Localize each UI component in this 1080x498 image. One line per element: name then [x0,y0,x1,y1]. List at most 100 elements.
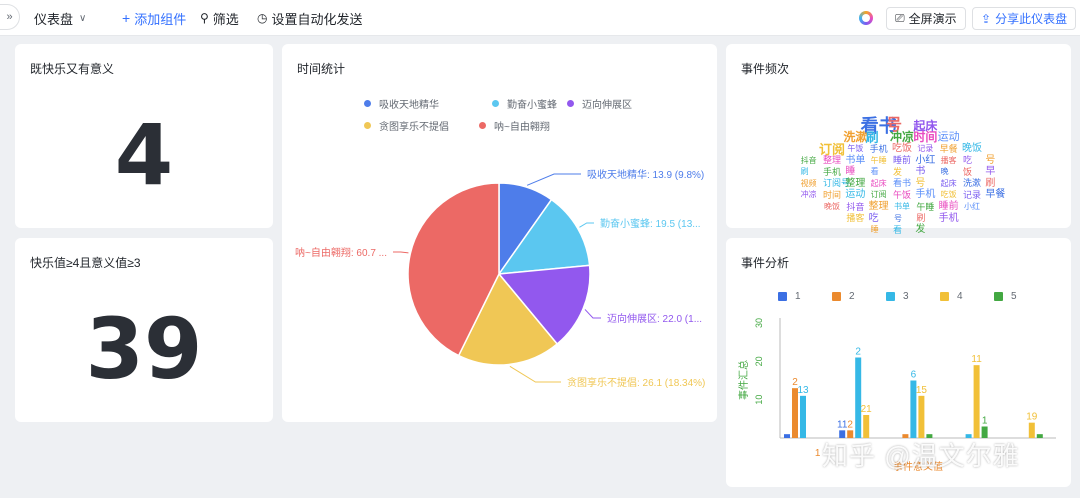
word-cloud-word: 午睡 [916,201,935,212]
word-cloud-word: 看 [870,167,879,177]
bar-data-label: 15 [916,385,928,396]
word-cloud-word: 号 [985,154,996,166]
word-cloud-word: 号 [915,177,926,189]
event-frequency-card[interactable]: 事件频次 看书号起床 洗漱刷冲凉 时间 运动 订阅 午饭 手机 吃饭 记录 早餐 晚饭 抖音 整理 书单午… [726,44,1071,235]
word-cloud-word: 书单 [894,202,910,211]
happy-threshold-card[interactable]: 快乐值≥4且意义值≥3 39 [15,238,273,422]
word-cloud-word: 手机 [938,212,959,224]
word-cloud-word: 播客 [846,213,865,224]
word-cloud-word: 小红 [964,202,980,211]
bar[interactable] [800,395,806,438]
bar-data-label: 11 [971,354,982,365]
word-cloud-word: 看书 [893,178,912,189]
auto-send-button[interactable]: ◷ 设置自动化发送 [257,0,363,36]
bar[interactable] [863,415,870,438]
word-cloud-word: 运动 [845,189,866,201]
card-title: 既快乐又有意义 [30,62,115,76]
bar[interactable] [855,357,862,439]
word-cloud-word: 刷 [800,167,809,177]
bar[interactable] [1028,422,1035,438]
dashboard-switcher[interactable]: 仪表盘 ∨ [34,0,86,36]
word-cloud-word: 时间 [823,189,842,200]
word-cloud-word: 时间 [913,130,938,145]
word-cloud-word: 晚饭 [824,202,840,211]
dashboard-name: 仪表盘 [34,11,74,27]
bar-data-label: 13 [797,385,809,396]
word-cloud-word: 午饭 [847,144,864,153]
bar[interactable] [1036,434,1043,438]
pie-data-label: 贪图享乐不提倡: 26.1 (18.34%) [567,376,705,389]
word-cloud-word: 书单 [845,154,866,166]
pie-data-label: 吸收天地精华: 13.9 (9.8%) [587,168,704,181]
word-cloud-word: 看 [893,224,903,235]
ai-assistant-icon[interactable] [859,11,873,25]
metric-value: 39 [85,300,203,398]
add-widget-button[interactable]: + 添加组件 [122,0,186,36]
time-stats-card[interactable]: 时间统计 吸收天地精华 勤奋小蜜蜂 迈向伸展区 贪图享乐不提倡 呐~自由翱翔 吸收天地精… [282,44,717,422]
word-cloud-word: 睡 [870,225,879,235]
bar-data-label: 21 [861,404,873,415]
x-tick-label: 1 [815,448,821,459]
pie-data-label: 勤奋小蜜蜂: 19.5 (13... [600,217,701,230]
word-cloud-word: 睡 [845,166,856,178]
word-cloud-word: 抖音 [800,155,817,165]
word-cloud-word: 睡前 [938,201,959,212]
fullscreen-button[interactable]: ⎚ 全屏演示 [886,7,966,30]
bar[interactable] [784,434,790,438]
word-cloud-word: 刷 [865,129,879,145]
card-title: 快乐值≥4且意义值≥3 [30,256,141,270]
word-cloud-word: 午睡 [870,155,887,165]
word-cloud-word: 发 [893,166,903,177]
pie-label-line [509,365,561,383]
bar[interactable] [918,395,925,438]
word-cloud-word: 手机 [915,189,936,201]
word-cloud-word: 冲凉 [800,190,817,200]
pie-label-line [579,222,594,228]
word-cloud-word: 整理 [845,177,866,189]
bar-data-label: 6 [911,370,917,381]
word-cloud-word: 整理 [868,201,889,212]
share-dashboard-button[interactable]: ⇪ 分享此仪表盘 [972,7,1077,30]
word-cloud-word: 订阅 [819,141,846,157]
word-cloud-word: 运动 [937,130,960,143]
filter-button[interactable]: ⚲ 筛选 [200,0,239,36]
word-cloud-word: 饭 [963,166,973,177]
word-cloud-word: 播客 [940,155,957,165]
word-cloud-word: 冲凉 [890,130,915,145]
pie-data-label: 迈向伸展区: 22.0 (1... [607,312,702,325]
word-cloud-word: 刷 [985,177,996,189]
plus-icon: + [122,10,131,26]
bar-data-label: 19 [1026,412,1038,423]
bar[interactable] [973,365,980,438]
add-widget-label: 添加组件 [134,11,187,27]
word-cloud-word: 发 [915,224,926,236]
presentation-icon: ⎚ [895,11,905,25]
word-cloud-word: 起床 [870,178,887,188]
word-cloud-word: 起床 [940,178,957,188]
word-cloud-word: 号 [894,213,902,223]
word-cloud-word: 手机 [823,166,842,177]
happy-meaningful-card[interactable]: 既快乐又有意义 4 [15,44,273,228]
word-cloud-word: 午饭 [893,189,912,200]
word-cloud-word: 晚饭 [962,143,982,154]
pie-label-line [393,251,409,254]
metric-value: 4 [114,106,174,204]
bar-data-label: 1 [982,416,988,427]
word-cloud-word: 整理 [823,155,842,166]
word-cloud-word: 记录 [963,189,982,200]
word-cloud-word: 早餐 [985,189,1006,201]
word-cloud-word: 刷 [916,213,926,224]
share-label: 分享此仪表盘 [995,12,1068,26]
double-chevron-right-icon: » [6,11,13,23]
word-cloud-word: 早餐 [939,143,958,154]
y-tick-label: 10 [754,395,764,405]
word-cloud: 看书号起床 洗漱刷冲凉 时间 运动 订阅 午饭 手机 吃饭 记录 早餐 晚饭 抖音 整理 书单 午睡 睡前 小红… [726,44,1071,235]
bar-data-label: 2 [855,347,861,358]
word-cloud-word: 记录 [917,144,934,153]
schedule-icon: ◷ [257,11,268,25]
word-cloud-word: 晚 [940,167,949,177]
word-cloud-word: 抖音 [846,201,865,212]
expand-sidebar-button[interactable]: » [0,4,20,30]
y-axis-title: 事件汇总 [737,360,750,400]
word-cloud-word: 洗漱 [963,178,982,189]
